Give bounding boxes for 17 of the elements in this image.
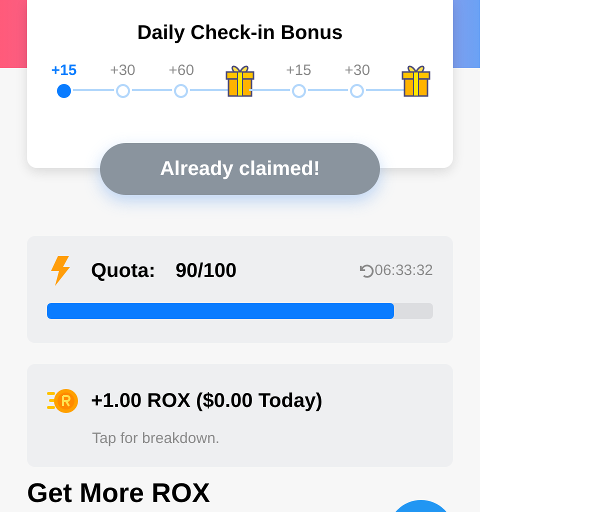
reward-card[interactable]: +1.00 ROX ($0.00 Today) Tap for breakdown.: [27, 364, 453, 467]
quota-label: Quota:: [91, 259, 156, 284]
reset-icon: [358, 262, 375, 280]
section-heading: Get More ROX: [27, 477, 210, 509]
coin-icon: [47, 388, 79, 414]
gift-icon: [225, 64, 256, 98]
bonus-amount: +15: [51, 62, 77, 80]
quota-value: 90/100: [175, 259, 237, 284]
breakdown-hint: Tap for breakdown.: [92, 429, 221, 449]
bonus-amount: +30: [110, 62, 136, 80]
bonus-amount: +60: [168, 62, 194, 80]
reset-timer: 06:33:32: [374, 260, 433, 281]
card-title: Daily Check-in Bonus: [137, 21, 343, 46]
gift-icon: [401, 64, 432, 98]
bonus-amount: +15: [286, 62, 312, 80]
reward-amount: +1.00 ROX ($0.00 Today): [91, 389, 322, 414]
bonus-amount: +30: [344, 62, 370, 80]
